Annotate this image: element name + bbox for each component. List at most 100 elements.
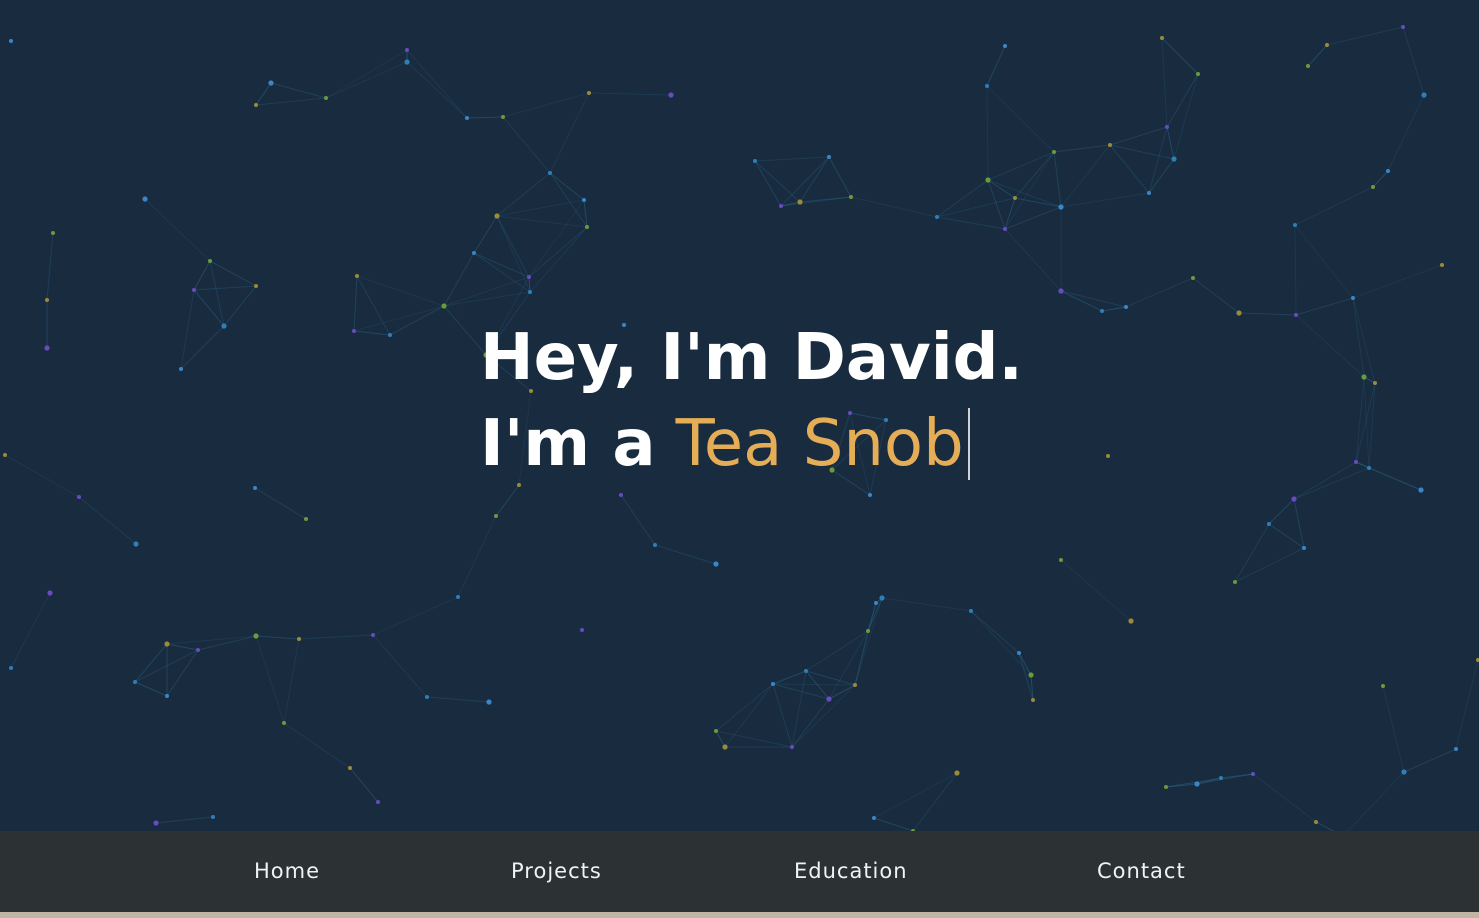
network-link	[1295, 314, 1365, 378]
network-node	[527, 275, 531, 279]
network-link	[496, 199, 585, 217]
network-node	[352, 329, 356, 333]
network-link	[873, 772, 958, 819]
network-link	[754, 156, 830, 162]
typing-caret	[967, 408, 970, 480]
network-link	[873, 817, 914, 831]
network-node	[1058, 288, 1064, 294]
network-node	[714, 729, 718, 733]
network-node	[868, 493, 872, 497]
network-link	[780, 196, 852, 207]
network-node	[9, 39, 13, 43]
network-link	[854, 630, 869, 686]
network-node	[1302, 546, 1306, 550]
typed-role-text: Tea Snob	[675, 407, 964, 481]
network-link	[166, 643, 199, 651]
network-link	[356, 275, 445, 307]
network-node	[1017, 651, 1021, 655]
network-node	[1306, 64, 1310, 68]
network-link	[1268, 498, 1295, 525]
network-link	[987, 179, 1006, 230]
network-link	[209, 260, 257, 287]
network-node	[853, 683, 857, 687]
network-node	[1106, 454, 1110, 458]
network-link	[473, 215, 498, 254]
network-link	[1004, 228, 1062, 292]
network-node	[582, 198, 586, 202]
network-link	[254, 487, 307, 520]
network-node	[1251, 772, 1255, 776]
network-node	[494, 514, 498, 518]
network-node	[1160, 36, 1164, 40]
network-node	[153, 820, 159, 826]
network-link	[180, 289, 195, 370]
network-node	[1294, 313, 1298, 317]
network-node	[133, 680, 137, 684]
network-link	[1053, 144, 1111, 153]
network-link	[223, 285, 257, 327]
nav-item-education[interactable]: Education	[794, 831, 908, 912]
network-node	[1108, 143, 1112, 147]
network-node	[486, 699, 492, 705]
network-node	[713, 561, 719, 567]
network-link	[10, 592, 51, 669]
network-link	[1166, 126, 1175, 160]
network-link	[780, 156, 830, 207]
network-link	[134, 681, 168, 697]
network-link	[255, 635, 300, 640]
hero-headline: Hey, I'm David. I'm a Tea Snob	[480, 318, 1040, 490]
network-node	[376, 800, 380, 804]
network-link	[805, 670, 856, 686]
network-link	[353, 275, 358, 332]
network-node	[3, 453, 7, 457]
nav-item-contact[interactable]: Contact	[1097, 831, 1186, 912]
network-link	[496, 215, 588, 228]
network-link	[987, 179, 1062, 208]
network-node	[1351, 296, 1355, 300]
network-link	[1173, 73, 1199, 160]
network-node	[1236, 310, 1242, 316]
network-node	[1367, 466, 1371, 470]
nav-item-home[interactable]: Home	[254, 831, 320, 912]
network-node	[804, 669, 808, 673]
network-link	[1161, 37, 1199, 75]
network-link	[1368, 467, 1422, 491]
network-node	[44, 345, 50, 351]
network-node	[1354, 460, 1358, 464]
network-node	[164, 641, 170, 647]
network-node	[1291, 496, 1297, 502]
network-link	[193, 289, 225, 327]
network-node	[405, 48, 409, 52]
role-prefix: I'm a	[480, 407, 656, 481]
network-node	[1373, 381, 1377, 385]
network-node	[142, 196, 148, 202]
network-link	[466, 116, 504, 119]
network-link	[406, 49, 468, 119]
network-node	[1314, 820, 1318, 824]
network-link	[986, 45, 1006, 87]
network-link	[255, 82, 272, 106]
network-node	[456, 595, 460, 599]
network-node	[668, 92, 674, 98]
network-link	[1101, 306, 1127, 312]
network-link	[473, 252, 530, 278]
network-link	[936, 216, 1006, 230]
network-link	[1004, 197, 1016, 230]
network-link	[353, 330, 391, 336]
network-node	[1128, 618, 1134, 624]
network-node	[1194, 781, 1200, 787]
network-node	[1124, 305, 1128, 309]
nav-item-projects[interactable]: Projects	[511, 831, 602, 912]
network-link	[715, 730, 726, 748]
network-link	[986, 85, 1055, 153]
network-link	[1403, 748, 1457, 773]
network-link	[283, 638, 300, 724]
network-link	[715, 683, 774, 732]
network-link	[1294, 186, 1374, 226]
network-node	[771, 682, 775, 686]
network-link	[772, 683, 793, 748]
network-node	[1052, 150, 1056, 154]
network-link	[1293, 467, 1370, 500]
network-node	[653, 543, 657, 547]
network-node	[935, 215, 939, 219]
